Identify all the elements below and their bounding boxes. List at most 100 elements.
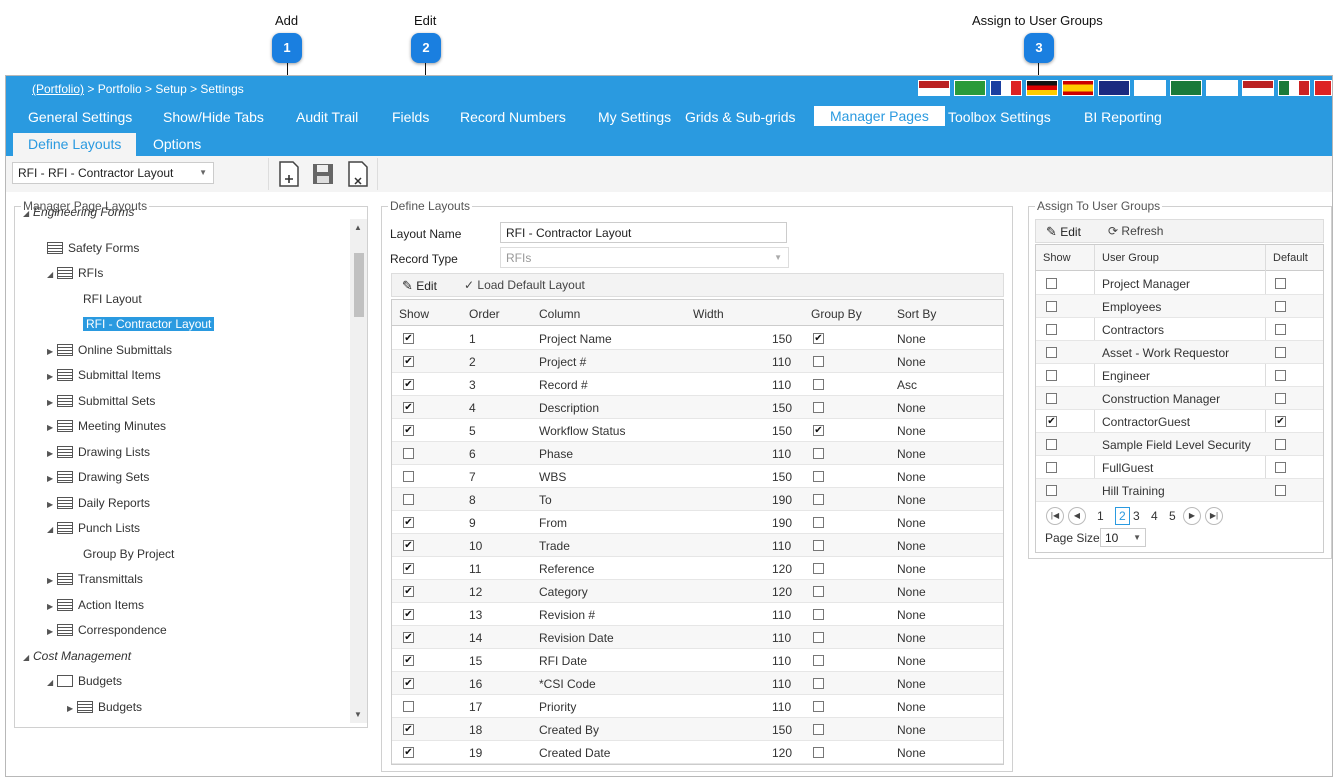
table-row[interactable]: Construction Manager [1036, 387, 1323, 410]
language-flag-icon[interactable] [918, 80, 950, 96]
nav-tab-9[interactable]: BI Reporting [1084, 109, 1162, 125]
expand-icon[interactable]: ▶ [47, 341, 57, 363]
expand-icon[interactable]: ▶ [47, 494, 57, 516]
column-header[interactable]: Show [1043, 252, 1071, 264]
table-row[interactable]: ✔ 12 Category 120 None [392, 580, 1003, 603]
nav-tab-0[interactable]: General Settings [28, 109, 132, 125]
show-checkbox[interactable]: ✔ [1046, 416, 1057, 427]
show-checkbox[interactable] [1046, 347, 1057, 358]
tree-node[interactable]: ◢ Punch Lists [47, 517, 140, 539]
table-row[interactable]: Project Manager [1036, 272, 1323, 295]
last-page-icon[interactable]: ▶| [1205, 507, 1223, 525]
show-checkbox[interactable] [1046, 370, 1057, 381]
tree-node[interactable]: ◢ Budgets [47, 670, 122, 692]
show-checkbox[interactable] [403, 494, 414, 505]
group-by-checkbox[interactable] [813, 678, 824, 689]
tree-node[interactable]: ▶ Drawing Sets [47, 466, 149, 488]
table-row[interactable]: ✔ 11 Reference 120 None [392, 557, 1003, 580]
page-number[interactable]: 2 [1115, 507, 1130, 525]
group-by-checkbox[interactable] [813, 655, 824, 666]
tree-node[interactable]: ▶ Action Items [47, 594, 144, 616]
add-layout-button[interactable] [274, 159, 304, 189]
collapse-icon[interactable]: ◢ [47, 264, 57, 286]
scroll-up-icon[interactable]: ▲ [354, 223, 362, 232]
group-by-checkbox[interactable] [813, 402, 824, 413]
table-row[interactable]: ✔ 2 Project # 110 None [392, 350, 1003, 373]
record-type-select[interactable]: RFIs ▼ [500, 247, 789, 268]
show-checkbox[interactable]: ✔ [403, 747, 414, 758]
language-flag-icon[interactable] [1062, 80, 1094, 96]
tree-node[interactable]: ▶ Budgets [67, 696, 142, 718]
nav-tab-1[interactable]: Show/Hide Tabs [163, 109, 264, 125]
column-header[interactable]: Width [693, 307, 724, 321]
language-flag-icon[interactable] [1134, 80, 1166, 96]
column-header[interactable]: User Group [1102, 252, 1159, 264]
group-by-checkbox[interactable] [813, 517, 824, 528]
group-by-checkbox[interactable] [813, 356, 824, 367]
table-row[interactable]: 6 Phase 110 None [392, 442, 1003, 465]
table-row[interactable]: Contractors [1036, 318, 1323, 341]
column-header[interactable]: Group By [811, 307, 862, 321]
group-by-checkbox[interactable] [813, 701, 824, 712]
expand-icon[interactable]: ▶ [47, 366, 57, 388]
next-page-icon[interactable]: ▶ [1183, 507, 1201, 525]
nav-tab-8[interactable]: Toolbox Settings [948, 109, 1051, 125]
column-header[interactable]: Show [399, 307, 429, 321]
language-flag-icon[interactable] [990, 80, 1022, 96]
table-row[interactable]: Employees [1036, 295, 1323, 318]
nav-tab-6[interactable]: Grids & Sub-grids [685, 109, 795, 125]
default-checkbox[interactable]: ✔ [1275, 416, 1286, 427]
tree-node[interactable]: RFI - Contractor Layout [83, 313, 215, 335]
layout-name-input[interactable]: RFI - Contractor Layout [500, 222, 787, 243]
table-row[interactable]: ✔ 10 Trade 110 None [392, 534, 1003, 557]
scroll-down-icon[interactable]: ▼ [354, 710, 362, 719]
show-checkbox[interactable] [1046, 301, 1057, 312]
prev-page-icon[interactable]: ◀ [1068, 507, 1086, 525]
edit-layout-button[interactable]: ✎ Edit [402, 278, 437, 294]
group-by-checkbox[interactable] [813, 379, 824, 390]
show-checkbox[interactable]: ✔ [403, 517, 414, 528]
nav-tab-3[interactable]: Fields [392, 109, 429, 125]
table-row[interactable]: ✔ 4 Description 150 None [392, 396, 1003, 419]
default-checkbox[interactable] [1275, 301, 1286, 312]
expand-icon[interactable]: ▶ [47, 468, 57, 490]
default-checkbox[interactable] [1275, 439, 1286, 450]
show-checkbox[interactable] [403, 471, 414, 482]
table-row[interactable]: 8 To 190 None [392, 488, 1003, 511]
group-by-checkbox[interactable]: ✔ [813, 333, 824, 344]
show-checkbox[interactable] [1046, 278, 1057, 289]
table-row[interactable]: 17 Priority 110 None [392, 695, 1003, 718]
nav-tab-7[interactable]: Manager Pages [814, 106, 945, 126]
group-by-checkbox[interactable] [813, 632, 824, 643]
delete-layout-button[interactable] [343, 159, 373, 189]
group-by-checkbox[interactable] [813, 471, 824, 482]
default-checkbox[interactable] [1275, 393, 1286, 404]
collapse-icon[interactable]: ◢ [47, 672, 57, 694]
language-flag-icon[interactable] [1026, 80, 1058, 96]
page-size-select[interactable]: 10 ▼ [1100, 528, 1146, 547]
default-checkbox[interactable] [1275, 347, 1286, 358]
language-flag-icon[interactable] [1242, 80, 1274, 96]
language-flag-icon[interactable] [1314, 80, 1332, 96]
show-checkbox[interactable] [1046, 439, 1057, 450]
expand-icon[interactable]: ▶ [47, 621, 57, 643]
tree-node[interactable]: Group By Project [83, 543, 174, 565]
show-checkbox[interactable]: ✔ [403, 586, 414, 597]
table-row[interactable]: Hill Training [1036, 479, 1323, 502]
table-row[interactable]: ✔ ContractorGuest ✔ [1036, 410, 1323, 433]
default-checkbox[interactable] [1275, 324, 1286, 335]
table-row[interactable]: ✔ 16 *CSI Code 110 None [392, 672, 1003, 695]
expand-icon[interactable]: ▶ [47, 417, 57, 439]
expand-icon[interactable]: ▶ [47, 596, 57, 618]
subtab-1[interactable]: Options [138, 133, 216, 156]
tree-node[interactable]: ▶ Submittal Items [47, 364, 161, 386]
column-header[interactable]: Order [469, 307, 500, 321]
show-checkbox[interactable]: ✔ [403, 379, 414, 390]
save-layout-button[interactable] [308, 159, 338, 189]
expand-icon[interactable]: ▶ [67, 698, 77, 720]
refresh-button[interactable]: ⟳ Refresh [1108, 224, 1163, 238]
tree-node[interactable]: ▶ Daily Reports [47, 492, 150, 514]
show-checkbox[interactable]: ✔ [403, 678, 414, 689]
collapse-icon[interactable]: ◢ [23, 207, 33, 225]
group-by-checkbox[interactable] [813, 724, 824, 735]
